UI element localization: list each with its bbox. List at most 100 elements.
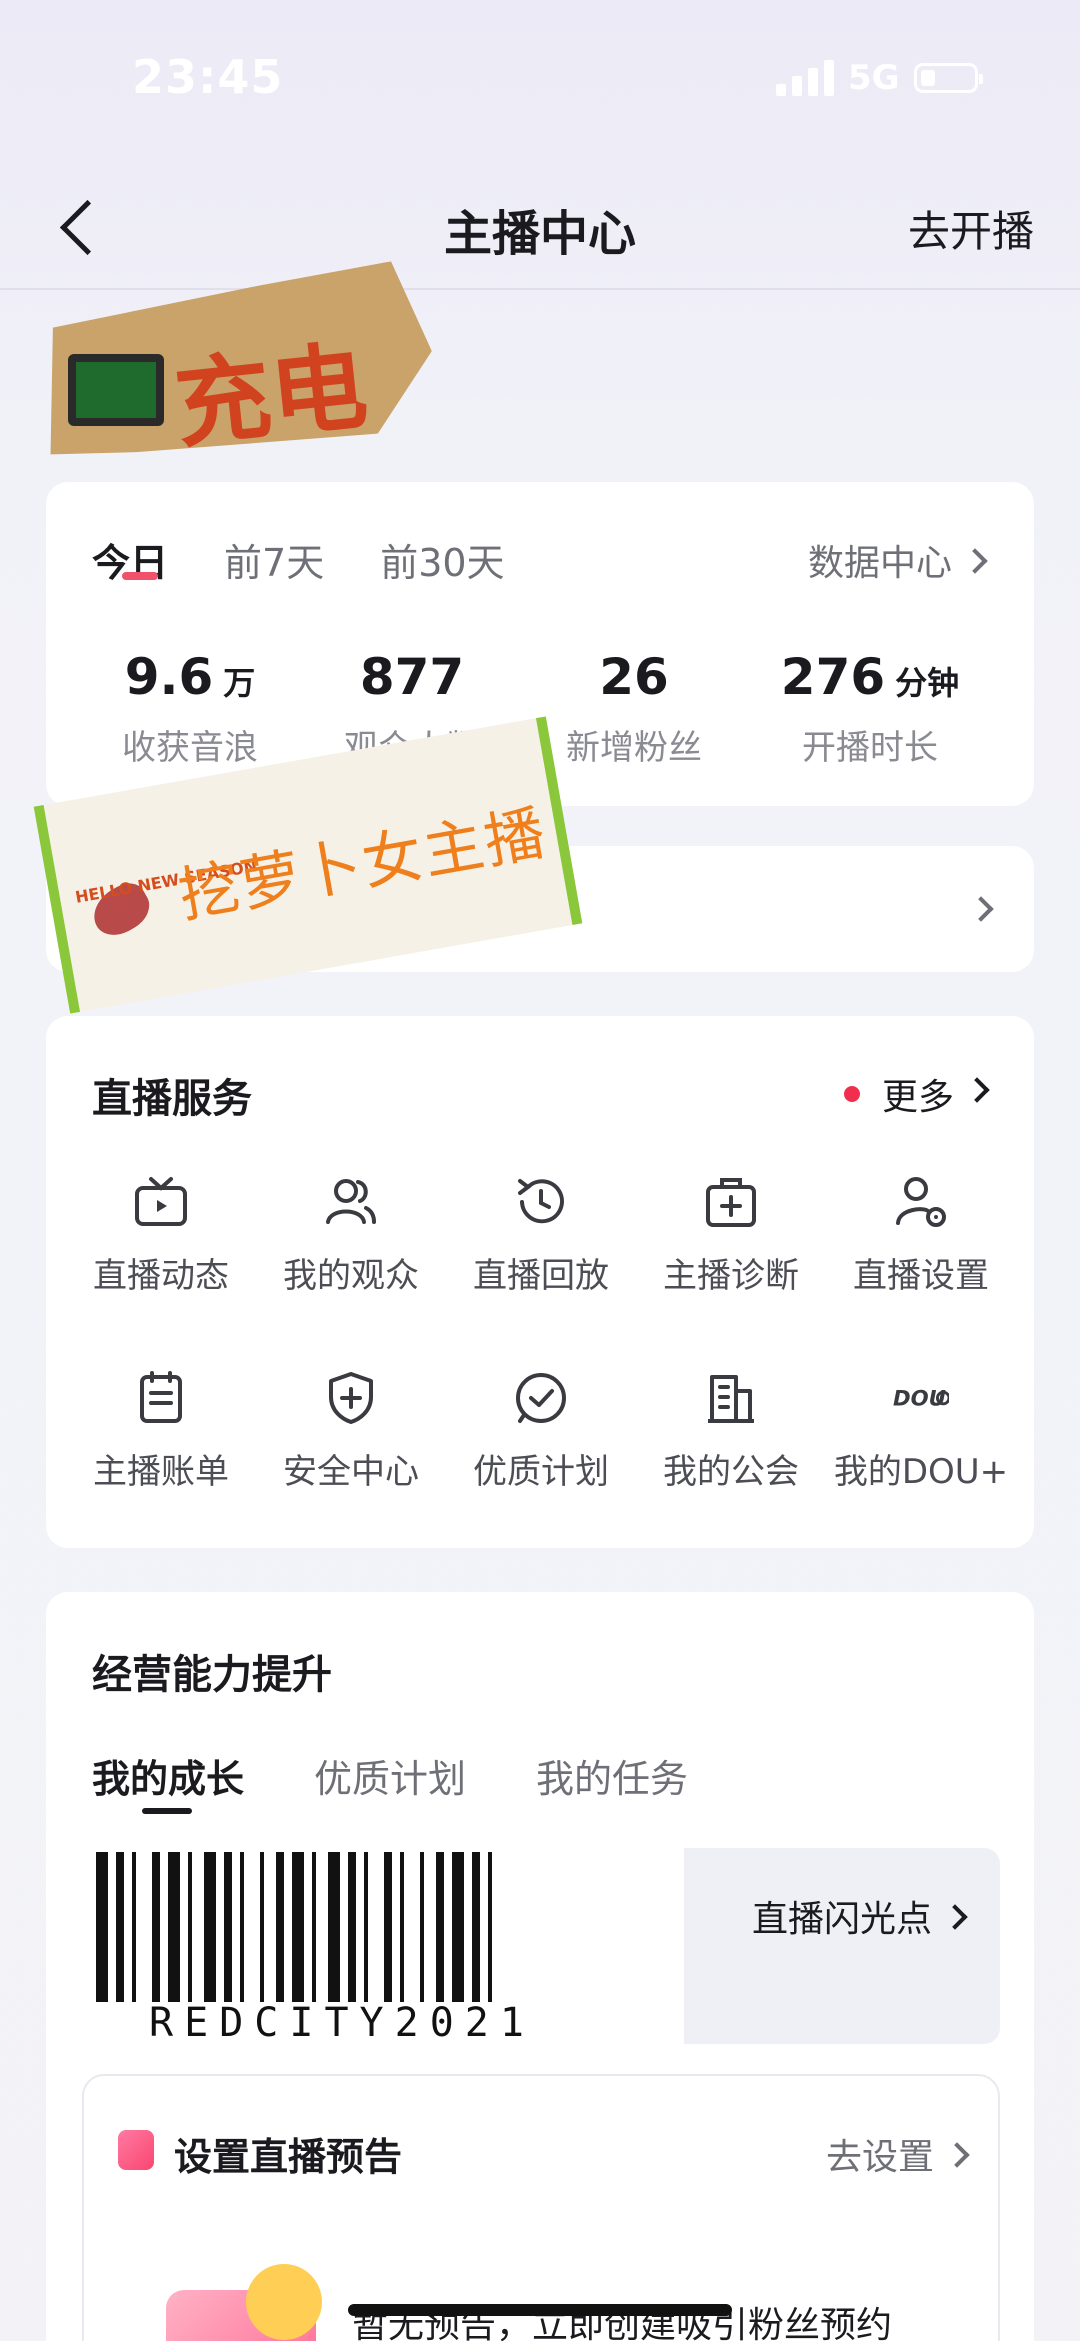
barcode-bar — [96, 1852, 108, 2002]
tab-30days[interactable]: 前30天 — [380, 532, 504, 587]
preview-description: 暂无预告，立即创建吸引粉丝预约 — [352, 2305, 893, 2341]
barcode-bar — [488, 1852, 492, 2002]
building-icon — [703, 1370, 759, 1426]
stat-unit: 分钟 — [895, 664, 960, 702]
stat-label: 收获音浪 — [122, 728, 258, 768]
barcode-bar — [452, 1852, 464, 2002]
tab-quality-plan[interactable]: 优质计划 — [314, 1748, 466, 1803]
home-indicator[interactable] — [348, 2304, 732, 2316]
service-dou-plus[interactable]: DOU 我的DOU+ — [826, 1370, 1016, 1493]
barcode-bar — [276, 1852, 284, 2002]
service-label: 主播诊断 — [663, 1256, 799, 1296]
service-live-updates[interactable]: 直播动态 — [66, 1174, 256, 1297]
service-label: 直播动态 — [93, 1256, 229, 1296]
check-circle-icon — [513, 1370, 569, 1426]
signal-icon — [776, 60, 834, 96]
stat-value: 9.6 — [124, 648, 214, 706]
replay-icon — [513, 1174, 569, 1230]
go-settings-link[interactable]: 去设置 — [825, 2128, 970, 2180]
tv-icon — [133, 1174, 189, 1230]
stat-label: 开播时长 — [802, 728, 938, 768]
flash-point-link[interactable]: 直播闪光点 — [751, 1890, 968, 1942]
barcode-bar — [204, 1852, 216, 2002]
service-quality-plan[interactable]: 优质计划 — [446, 1370, 636, 1493]
tab-7days[interactable]: 前7天 — [224, 532, 324, 587]
charging-sticker-text: 充电 — [169, 330, 373, 462]
service-my-guild[interactable]: 我的公会 — [636, 1370, 826, 1493]
user-settings-icon — [893, 1174, 949, 1230]
network-label: 5G — [848, 58, 900, 98]
barcode-bar — [240, 1852, 244, 2002]
barcode-bar — [292, 1852, 304, 2002]
chevron-right-icon — [964, 1077, 990, 1103]
barcode-bar — [188, 1852, 192, 2002]
more-label: 更多 — [881, 1077, 954, 1118]
service-label: 主播账单 — [93, 1452, 229, 1492]
service-security[interactable]: 安全中心 — [256, 1370, 446, 1493]
stat-unit: 万 — [223, 664, 256, 702]
service-live-settings[interactable]: 直播设置 — [826, 1174, 1016, 1297]
stat-value: 26 — [599, 648, 669, 706]
service-label: 优质计划 — [473, 1452, 609, 1492]
barcode-bar — [400, 1852, 404, 2002]
chevron-right-icon — [944, 2142, 970, 2168]
go-live-button[interactable]: 去开播 — [908, 198, 1034, 259]
battery-icon — [913, 63, 983, 93]
audience-icon — [323, 1174, 379, 1230]
preview-title: 设置直播预告 — [174, 2135, 403, 2179]
shield-icon — [323, 1370, 379, 1426]
service-label: 我的观众 — [283, 1256, 419, 1296]
stat-value: 276 — [780, 648, 886, 706]
barcode-bar — [364, 1852, 368, 2002]
stat-income[interactable]: 9.6 万 收获音浪 — [100, 648, 280, 769]
barcode-bar — [116, 1852, 124, 2002]
service-label: 直播设置 — [853, 1256, 989, 1296]
barcode-bar — [168, 1852, 180, 2002]
more-link[interactable]: 更多 — [843, 1068, 990, 1120]
tab-my-tasks[interactable]: 我的任务 — [536, 1748, 688, 1803]
barcode-bar — [260, 1852, 264, 2002]
barcode-bar — [132, 1852, 136, 2002]
flash-point-label: 直播闪光点 — [751, 1899, 932, 1940]
chevron-right-icon — [962, 548, 988, 574]
tab-indicator — [122, 572, 158, 580]
status-time: 23:45 — [132, 50, 284, 104]
barcode-text: REDCITY2021 — [149, 2000, 535, 2046]
diagnosis-icon — [703, 1174, 759, 1230]
stat-label: 新增粉丝 — [566, 728, 702, 768]
battery-sticker-icon — [68, 354, 164, 426]
tab-my-growth[interactable]: 我的成长 — [92, 1748, 244, 1803]
chevron-right-icon — [942, 1904, 968, 1930]
go-settings-label: 去设置 — [825, 2137, 934, 2178]
barcode-bar — [152, 1852, 160, 2002]
barcode-bar — [224, 1852, 232, 2002]
service-diagnosis[interactable]: 主播诊断 — [636, 1174, 826, 1297]
business-title: 经营能力提升 — [92, 1652, 332, 1698]
barcode-bar — [348, 1852, 356, 2002]
service-label: 我的DOU+ — [833, 1452, 1009, 1492]
data-center-link[interactable]: 数据中心 — [807, 534, 988, 586]
bill-icon — [133, 1370, 189, 1426]
service-replay[interactable]: 直播回放 — [446, 1174, 636, 1297]
dou-icon: DOU — [893, 1370, 949, 1426]
data-center-label: 数据中心 — [807, 543, 952, 584]
tab-indicator — [142, 1808, 192, 1814]
stat-duration[interactable]: 276 分钟 开播时长 — [770, 648, 970, 769]
service-label: 安全中心 — [283, 1452, 419, 1492]
barcode-bar — [472, 1852, 480, 2002]
service-label: 我的公会 — [663, 1452, 799, 1492]
bell-icon — [246, 2264, 322, 2340]
business-tabs: 我的成长 优质计划 我的任务 — [92, 1748, 688, 1803]
notification-dot — [843, 1086, 860, 1102]
barcode-bar — [384, 1852, 392, 2002]
barcode-bar — [436, 1852, 444, 2002]
stat-new-fans[interactable]: 26 新增粉丝 — [544, 648, 724, 769]
live-services-title: 直播服务 — [92, 1076, 252, 1122]
stat-value: 877 — [359, 648, 465, 706]
service-label: 直播回放 — [473, 1256, 609, 1296]
status-indicators: 5G — [776, 58, 983, 98]
barcode-bar — [420, 1852, 424, 2002]
service-bill[interactable]: 主播账单 — [66, 1370, 256, 1493]
barcode-bar — [312, 1852, 316, 2002]
service-my-audience[interactable]: 我的观众 — [256, 1174, 446, 1297]
